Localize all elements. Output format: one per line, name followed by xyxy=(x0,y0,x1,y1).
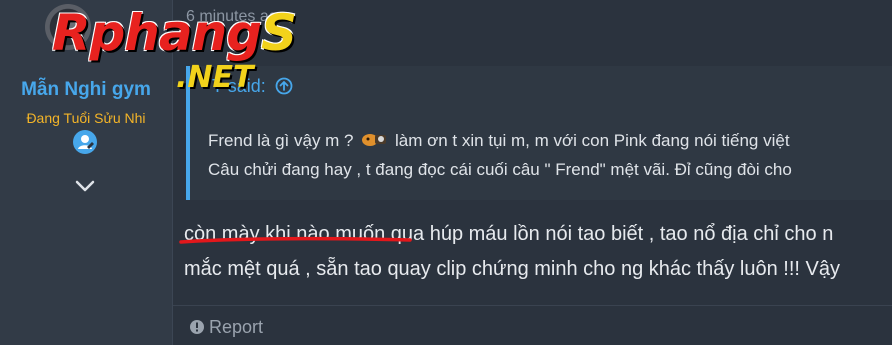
alert-circle-icon xyxy=(189,319,205,340)
user-name-link[interactable]: Mẫn Nghi gym xyxy=(0,79,172,101)
site-logo: RphangS xyxy=(52,4,297,62)
post-text-line-2: mắc mệt quá , sẵn tao quay clip chứng mi… xyxy=(184,258,840,280)
quote-text-line-1: Frend là gì vậy m ? làm ơn t xin tụi m, … xyxy=(208,129,790,150)
post-footer-divider xyxy=(173,305,892,306)
chevron-down-icon[interactable] xyxy=(72,175,98,197)
arrow-up-circle-icon[interactable] xyxy=(275,77,293,100)
quote-block: T said: Frend là gì vậy m ? làm ơn t xin… xyxy=(186,66,892,200)
quote-text-line-2: Câu chửi đang hay , t đang đọc cái cuối … xyxy=(208,160,792,179)
report-button[interactable]: Report xyxy=(189,317,263,340)
post-text-line-1: còn mày khi nào muốn qua húp máu lồn nói… xyxy=(184,223,834,245)
user-title: Đang Tuổi Sửu Nhi xyxy=(26,110,146,126)
emoji-sticker-icon xyxy=(360,129,388,149)
user-edit-icon xyxy=(73,130,97,154)
site-logo-net: .NET xyxy=(176,60,254,95)
report-label: Report xyxy=(209,317,264,337)
